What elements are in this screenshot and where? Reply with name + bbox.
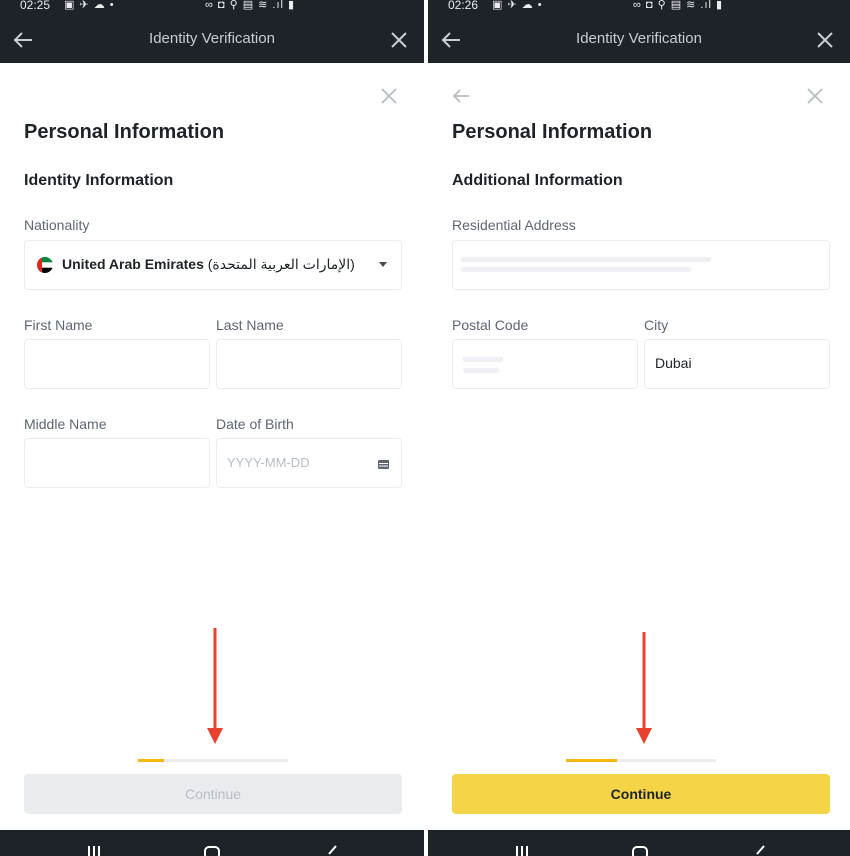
section-title: Additional Information xyxy=(452,172,623,189)
progress-bar xyxy=(566,759,716,762)
status-time: 02:25 xyxy=(20,0,51,12)
dob-field[interactable]: YYYY-MM-DD xyxy=(216,438,402,488)
middle-name-field[interactable] xyxy=(24,438,210,488)
right-screen: 02:26 ▣ ✈ ☁ • ∞ ◘ ⚲ ▤ ≋ .ıl ▮ Identity V… xyxy=(428,0,850,856)
left-screen: 02:25 ▣ ✈ ☁ • ∞ ◘ ⚲ ▤ ≋ .ıl ▮ Identity V… xyxy=(0,0,424,856)
redacted-text xyxy=(463,368,499,373)
nationality-label: Nationality xyxy=(24,217,90,233)
last-name-field[interactable] xyxy=(216,339,402,389)
city-value: Dubai xyxy=(655,355,692,371)
nationality-name: United Arab Emirates xyxy=(62,256,204,272)
uae-flag-icon xyxy=(37,257,53,273)
last-name-label: Last Name xyxy=(216,317,284,333)
postal-code-field[interactable] xyxy=(452,339,638,389)
postal-code-label: Postal Code xyxy=(452,317,529,333)
progress-bar xyxy=(138,759,288,762)
red-arrow-annotation xyxy=(636,632,652,744)
status-bar: 02:25 ▣ ✈ ☁ • ∞ ◘ ⚲ ▤ ≋ .ıl ▮ xyxy=(0,0,424,14)
status-icons-right: ∞ ◘ ⚲ ▤ ≋ .ıl ▮ xyxy=(633,0,724,11)
app-bar: Identity Verification xyxy=(0,14,424,63)
system-nav-bar xyxy=(428,830,850,856)
back-icon[interactable] xyxy=(750,844,770,856)
page-title: Personal Information xyxy=(24,121,225,143)
first-name-field[interactable] xyxy=(24,339,210,389)
dob-placeholder: YYYY-MM-DD xyxy=(227,455,310,470)
close-icon[interactable] xyxy=(806,87,824,105)
nationality-value: United Arab Emirates (الإمارات العربية ا… xyxy=(62,256,355,273)
close-icon[interactable] xyxy=(814,29,836,51)
status-icons-left: ▣ ✈ ☁ • xyxy=(64,0,115,11)
system-nav-bar xyxy=(0,830,424,856)
continue-button[interactable]: Continue xyxy=(452,774,830,814)
app-bar-title: Identity Verification xyxy=(149,30,275,47)
nationality-native-name: (الإمارات العربية المتحدة) xyxy=(207,256,355,272)
redacted-text xyxy=(461,267,691,272)
progress-bar-fill xyxy=(138,759,164,762)
residential-address-field[interactable] xyxy=(452,240,830,290)
page-title: Personal Information xyxy=(452,121,653,143)
status-bar: 02:26 ▣ ✈ ☁ • ∞ ◘ ⚲ ▤ ≋ .ıl ▮ xyxy=(428,0,850,14)
redacted-text xyxy=(461,257,711,262)
residential-address-label: Residential Address xyxy=(452,217,576,233)
app-bar: Identity Verification xyxy=(428,14,850,63)
section-title: Identity Information xyxy=(24,172,174,189)
dob-label: Date of Birth xyxy=(216,416,294,432)
city-label: City xyxy=(644,317,669,333)
red-arrow-annotation xyxy=(207,628,223,744)
app-bar-title: Identity Verification xyxy=(576,30,702,47)
close-icon[interactable] xyxy=(388,29,410,51)
redacted-text xyxy=(463,357,503,362)
close-icon[interactable] xyxy=(380,87,398,105)
calendar-icon[interactable] xyxy=(378,459,389,469)
back-icon[interactable] xyxy=(322,844,342,856)
status-time: 02:26 xyxy=(448,0,479,12)
middle-name-label: Middle Name xyxy=(24,416,107,432)
city-field[interactable]: Dubai xyxy=(644,339,830,389)
continue-button[interactable]: Continue xyxy=(24,774,402,814)
status-icons-left: ▣ ✈ ☁ • xyxy=(492,0,543,11)
arrow-left-icon[interactable] xyxy=(452,87,470,105)
nationality-select[interactable]: United Arab Emirates (الإمارات العربية ا… xyxy=(24,240,402,290)
recent-apps-icon[interactable] xyxy=(84,844,104,856)
progress-bar-fill xyxy=(566,759,617,762)
status-icons-right: ∞ ◘ ⚲ ▤ ≋ .ıl ▮ xyxy=(205,0,296,11)
recent-apps-icon[interactable] xyxy=(512,844,532,856)
chevron-down-icon xyxy=(379,262,387,267)
home-icon[interactable] xyxy=(630,844,650,856)
home-icon[interactable] xyxy=(202,844,222,856)
first-name-label: First Name xyxy=(24,317,93,333)
